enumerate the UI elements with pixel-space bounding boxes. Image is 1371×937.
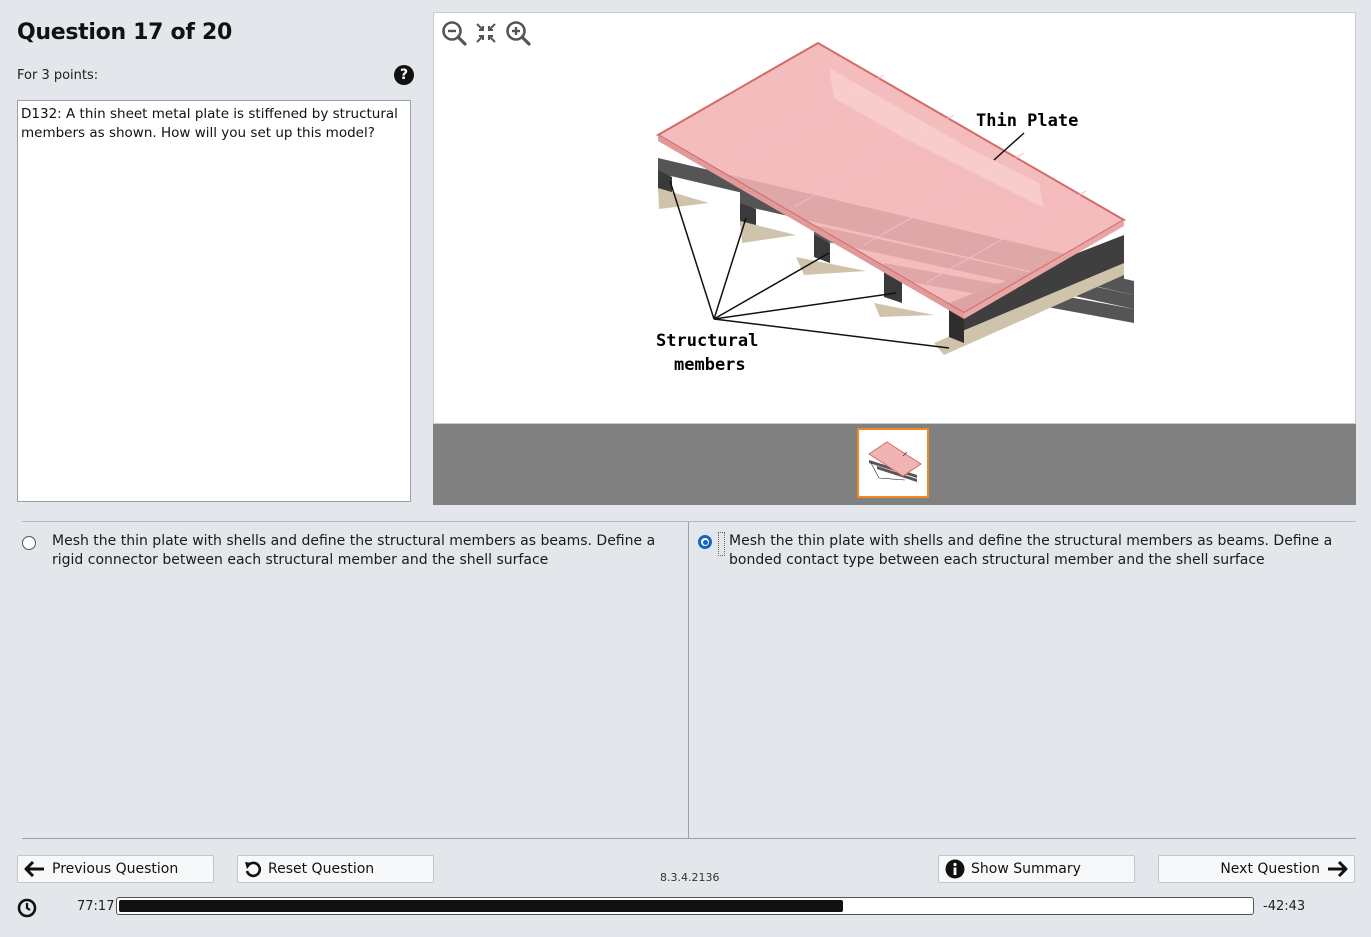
next-question-button[interactable]: Next Question [1158, 855, 1355, 883]
image-thumbnail[interactable] [857, 428, 929, 498]
points-label: For 3 points: [17, 68, 99, 83]
previous-question-button[interactable]: Previous Question [17, 855, 214, 883]
image-viewer[interactable]: Thin Plate Structural members [433, 12, 1356, 424]
thumbnail-image [859, 430, 927, 496]
zoom-out-icon[interactable] [440, 19, 468, 47]
info-icon [945, 859, 965, 879]
previous-question-label: Previous Question [52, 861, 179, 877]
fit-to-view-icon[interactable] [472, 19, 500, 47]
structure-figure: Thin Plate Structural members [656, 41, 1134, 375]
divider [22, 521, 1356, 522]
label-thin-plate: Thin Plate [976, 111, 1078, 131]
zoom-toolbar [440, 19, 532, 47]
question-text-box: D132: A thin sheet metal plate is stiffe… [17, 100, 411, 502]
elapsed-time: 77:17 [77, 899, 115, 914]
divider [22, 838, 1356, 839]
answer-divider [688, 522, 689, 839]
answer-option-1[interactable]: Mesh the thin plate with shells and defi… [52, 532, 672, 570]
show-summary-button[interactable]: Show Summary [938, 855, 1135, 883]
answer-option-2[interactable]: Mesh the thin plate with shells and defi… [729, 532, 1339, 570]
show-summary-label: Show Summary [971, 861, 1081, 877]
next-question-label: Next Question [1220, 861, 1320, 877]
time-progress-bar [116, 897, 1254, 915]
version-label: 8.3.4.2136 [660, 871, 720, 884]
thumbnail-strip [433, 424, 1356, 505]
reset-question-button[interactable]: Reset Question [237, 855, 434, 883]
answer-radio-1[interactable] [22, 536, 36, 550]
answer-radio-2[interactable] [698, 535, 712, 549]
help-icon[interactable]: ? [394, 65, 414, 85]
label-members: members [674, 355, 746, 375]
arrow-left-icon [24, 861, 44, 877]
label-structural: Structural [656, 331, 758, 351]
question-title: Question 17 of 20 [17, 20, 233, 45]
question-text: D132: A thin sheet metal plate is stiffe… [21, 106, 398, 141]
time-progress-fill [119, 900, 843, 912]
zoom-in-icon[interactable] [504, 19, 532, 47]
remaining-time: -42:43 [1263, 899, 1306, 914]
clock-icon [17, 898, 37, 918]
reset-question-label: Reset Question [268, 861, 375, 877]
reset-icon [245, 861, 262, 878]
arrow-right-icon [1328, 861, 1348, 877]
focus-indicator [718, 532, 725, 556]
